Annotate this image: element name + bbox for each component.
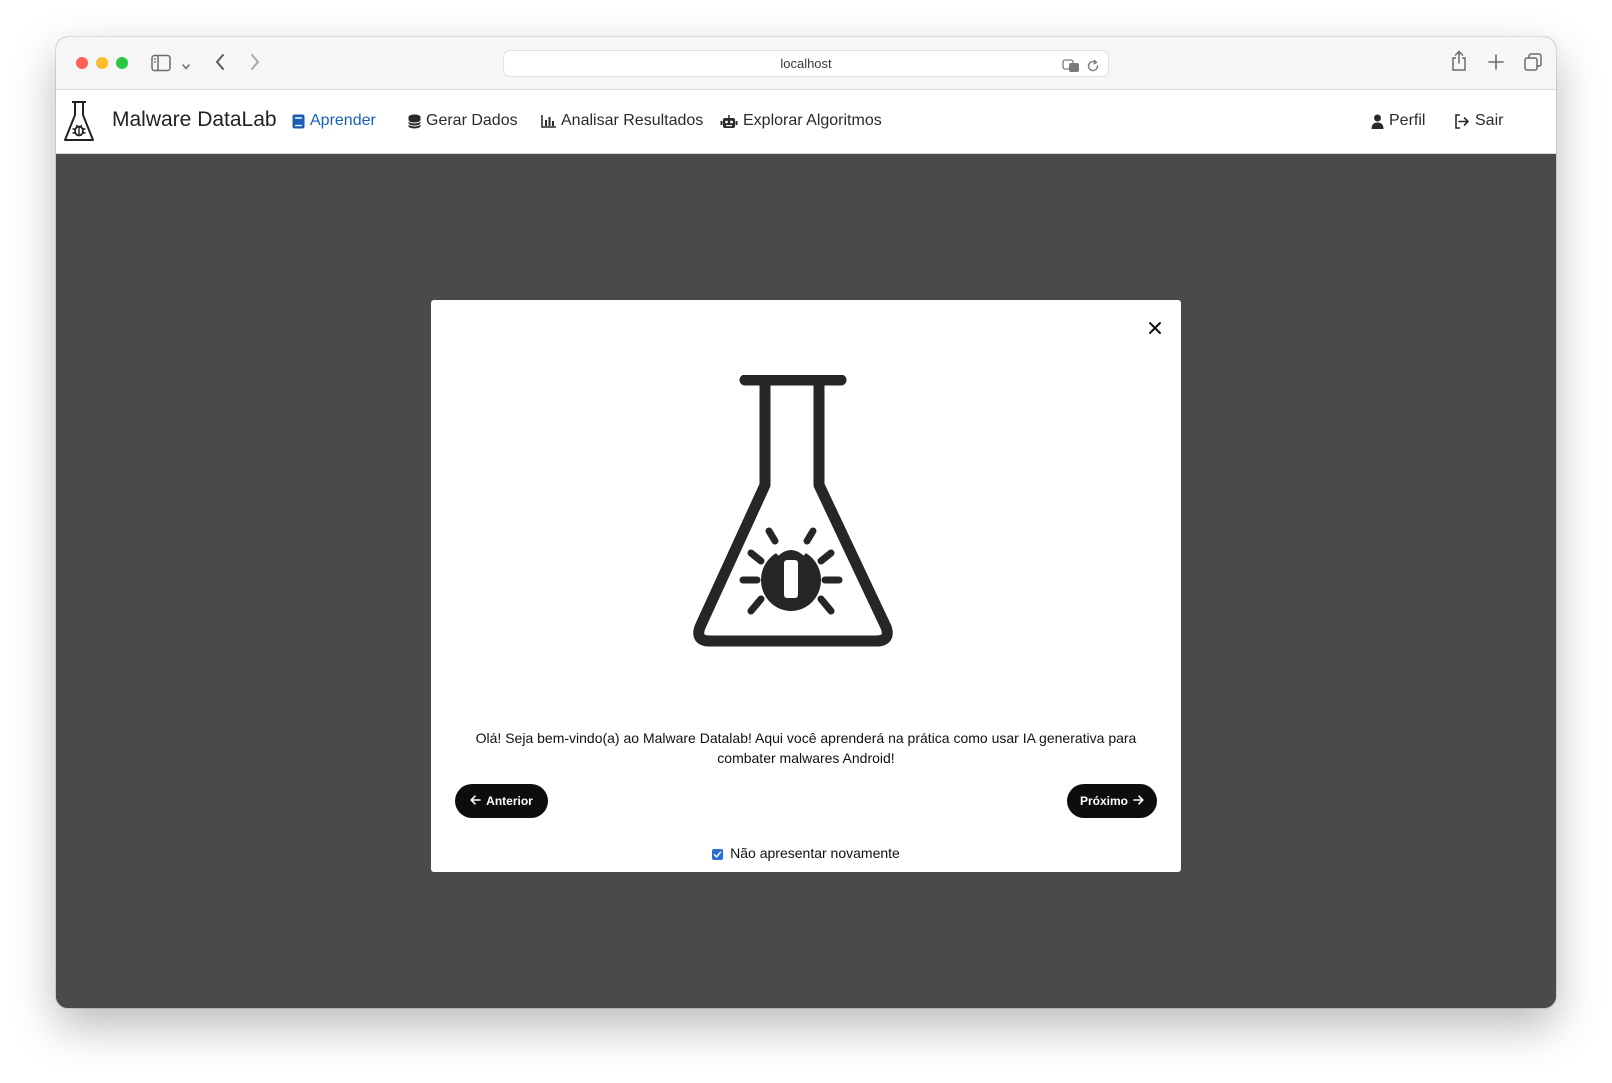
arrow-right-icon [1133,794,1144,808]
nav-analisar-resultados[interactable]: Analisar Resultados [541,112,703,130]
nav-aprender-label: Aprender [310,112,376,129]
translate-icon[interactable] [1062,56,1080,81]
previous-button[interactable]: Anterior [455,784,548,818]
new-tab-icon[interactable] [1488,54,1504,75]
modal-backdrop[interactable]: Olá! Seja bem-vindo(a) ao Malware Datala… [56,154,1556,1008]
close-window-button[interactable] [76,57,88,69]
forward-arrow-icon[interactable] [249,53,261,76]
nav-perfil[interactable]: Perfil [1371,112,1425,130]
flask-logo-icon[interactable] [63,100,95,149]
address-bar[interactable]: localhost [503,50,1109,77]
url-text: localhost [780,56,832,71]
bar-chart-icon [541,114,556,128]
nav-sair-label: Sair [1475,112,1504,129]
dont-show-label: Não apresentar novamente [730,845,900,861]
minimize-window-button[interactable] [96,57,108,69]
brand-name[interactable]: Malware DataLab [112,108,277,132]
nav-aprender[interactable]: Aprender [292,112,376,130]
dont-show-again[interactable]: Não apresentar novamente [431,845,1181,861]
zoom-window-button[interactable] [116,57,128,69]
welcome-modal: Olá! Seja bem-vindo(a) ao Malware Datala… [431,300,1181,872]
next-button[interactable]: Próximo [1067,784,1157,818]
share-icon[interactable] [1451,50,1467,77]
browser-toolbar: localhost [56,37,1556,90]
database-icon [408,114,421,129]
tab-overview-icon[interactable] [1523,52,1543,77]
robot-icon [720,114,738,129]
nav-explorar-algoritmos[interactable]: Explorar Algoritmos [720,112,882,130]
close-icon[interactable] [1143,316,1167,340]
arrow-left-icon [470,794,481,808]
sign-out-icon [1454,113,1470,129]
flask-bug-icon [691,374,901,662]
nav-explorar-algoritmos-label: Explorar Algoritmos [743,112,882,129]
nav-sair[interactable]: Sair [1454,112,1503,130]
app-navbar: Malware DataLab Aprender Gerar Dados Ana… [56,90,1556,154]
nav-analisar-resultados-label: Analisar Resultados [561,112,704,129]
sidebar-toggle-icon[interactable] [151,54,171,77]
chevron-down-icon[interactable] [181,58,191,76]
nav-gerar-dados-label: Gerar Dados [426,112,518,129]
nav-perfil-label: Perfil [1389,112,1426,129]
user-icon [1371,114,1384,129]
back-arrow-icon[interactable] [214,53,226,76]
book-icon [292,114,305,129]
welcome-message: Olá! Seja bem-vindo(a) ao Malware Datala… [475,730,1137,766]
dont-show-checkbox[interactable] [712,849,724,860]
reload-icon[interactable] [1086,56,1100,81]
previous-label: Anterior [486,794,533,808]
next-label: Próximo [1079,794,1128,808]
browser-window: localhost Malware DataLab Aprender Gerar… [56,37,1556,1008]
nav-gerar-dados[interactable]: Gerar Dados [408,112,518,130]
